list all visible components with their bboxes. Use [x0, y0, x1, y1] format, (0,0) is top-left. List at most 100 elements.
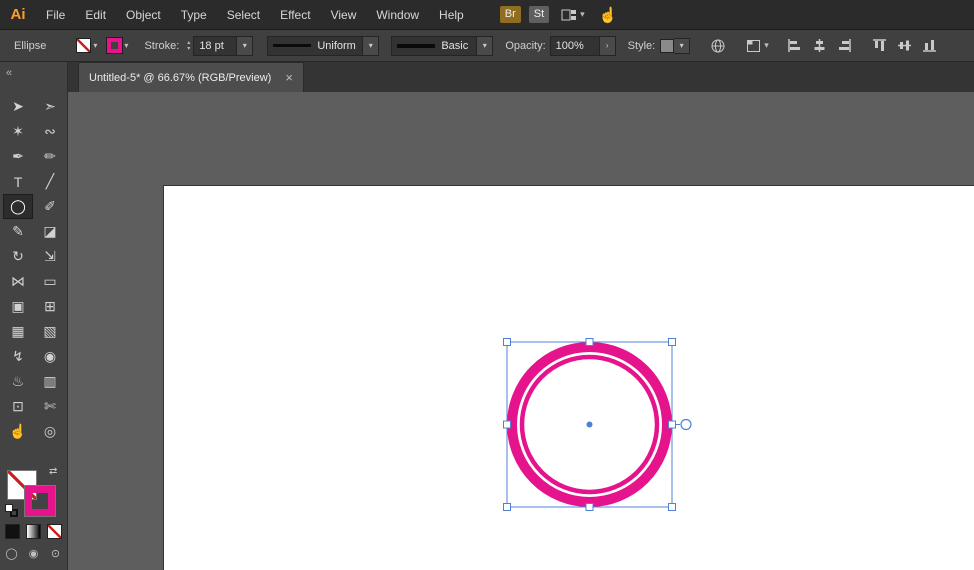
variable-width-profile[interactable]: Uniform	[267, 35, 364, 56]
chevron-down-icon: ▾	[93, 41, 98, 50]
symbol-sprayer-tool[interactable]: ♨	[3, 369, 33, 394]
eraser-tool[interactable]: ◪	[35, 219, 65, 244]
pen-tool[interactable]: ✒	[3, 144, 33, 169]
canvas-pasteboard[interactable]	[68, 92, 974, 570]
menu-effect[interactable]: Effect	[270, 0, 320, 30]
variable-width-value: Uniform	[317, 39, 356, 52]
gradient-button[interactable]	[26, 524, 41, 539]
document-setup-globe-icon[interactable]	[710, 38, 726, 54]
curvature-tool[interactable]: ✏	[35, 144, 65, 169]
touch-workspace-icon[interactable]: ☝	[599, 6, 618, 24]
brush-dropdown-icon[interactable]: ▾	[477, 35, 494, 56]
menu-bar: Ai File Edit Object Type Select Effect V…	[0, 0, 974, 30]
color-button[interactable]	[5, 524, 20, 539]
slice-tool[interactable]: ✄	[35, 394, 65, 419]
variable-width-dropdown-icon[interactable]: ▾	[363, 35, 380, 56]
paintbrush-tool[interactable]: ✐	[35, 194, 65, 219]
gradient-tool[interactable]: ▧	[35, 319, 65, 344]
draw-normal-icon[interactable]: ◯	[4, 546, 19, 561]
free-transform-tool[interactable]: ▭	[35, 269, 65, 294]
stroke-weight-value[interactable]: 18 pt	[193, 35, 238, 56]
none-button[interactable]	[47, 524, 62, 539]
stroke-pink-swatch[interactable]	[106, 37, 124, 54]
active-tool-label: Ellipse	[14, 39, 47, 52]
workspace-switcher-icon[interactable]: ▾	[561, 8, 585, 22]
handle-top-right[interactable]	[668, 338, 676, 346]
stock-button[interactable]: St	[528, 6, 550, 23]
swap-fill-stroke-icon[interactable]: ⇄	[49, 466, 57, 477]
align-left-icon[interactable]	[787, 38, 802, 53]
brush-definition[interactable]: Basic	[391, 35, 478, 56]
handle-middle-left[interactable]	[503, 420, 511, 429]
menu-type[interactable]: Type	[171, 0, 217, 30]
handle-middle-right[interactable]	[668, 420, 676, 429]
color-type-buttons	[5, 524, 62, 539]
align-top-icon[interactable]	[872, 38, 887, 53]
tools-panel: « ➤ ➣ ✶ ∾ ✒ ✏ T ╱ ◯ ✐ ✎ ◪ ↻ ⇲ ⋈ ▭ ▣ ⊞ ▦ …	[0, 62, 68, 570]
stroke-swatch-pink[interactable]	[24, 485, 56, 517]
chevron-down-icon: ▾	[124, 41, 129, 50]
type-tool[interactable]: T	[3, 169, 33, 194]
bridge-button[interactable]: Br	[499, 6, 521, 23]
handle-bottom-right[interactable]	[668, 503, 676, 511]
handle-top-left[interactable]	[503, 338, 511, 346]
opacity-panel-icon[interactable]: ›	[599, 35, 616, 56]
panel-collapse-icon[interactable]: «	[6, 67, 12, 79]
style-control[interactable]: ▾	[660, 37, 691, 54]
stroke-color-control[interactable]: ▾	[106, 37, 129, 54]
magic-wand-tool[interactable]: ✶	[3, 119, 33, 144]
zoom-tool[interactable]: ◎	[35, 419, 65, 444]
fill-none-swatch[interactable]	[76, 38, 92, 53]
ellipse-tool[interactable]: ◯	[3, 194, 33, 219]
stroke-weight-stepper[interactable]: ▴ ▾	[187, 40, 190, 52]
rotate-tool[interactable]: ↻	[3, 244, 33, 269]
control-bar: Ellipse ▾ ▾ Stroke: ▴ ▾ 18 pt ▾ Uniform …	[0, 30, 974, 62]
illustrator-window: { "menubar": { "logo": "Ai", "items": ["…	[0, 0, 974, 570]
lasso-tool[interactable]: ∾	[35, 119, 65, 144]
column-graph-tool[interactable]: ▥	[35, 369, 65, 394]
stepper-down-icon[interactable]: ▾	[187, 46, 190, 52]
align-middle-vertical-icon[interactable]	[897, 38, 912, 53]
menu-select[interactable]: Select	[217, 0, 270, 30]
perspective-grid-tool[interactable]: ⊞	[35, 294, 65, 319]
selection-tool[interactable]: ➤	[3, 94, 33, 119]
pencil-tool[interactable]: ✎	[3, 219, 33, 244]
align-center-horizontal-icon[interactable]	[812, 38, 827, 53]
document-tab[interactable]: Untitled-5* @ 66.67% (RGB/Preview) ×	[78, 62, 304, 92]
document-tab-title: Untitled-5* @ 66.67% (RGB/Preview)	[89, 71, 272, 84]
menu-file[interactable]: File	[36, 0, 75, 30]
eyedropper-tool[interactable]: ↯	[3, 344, 33, 369]
hand-tool[interactable]: ☝	[3, 419, 33, 444]
scale-tool[interactable]: ⇲	[35, 244, 65, 269]
mesh-tool[interactable]: ▦	[3, 319, 33, 344]
line-segment-tool[interactable]: ╱	[35, 169, 65, 194]
opacity-value[interactable]: 100%	[549, 35, 600, 56]
align-right-icon[interactable]	[837, 38, 852, 53]
shape-center-point[interactable]	[586, 421, 593, 428]
draw-behind-icon[interactable]: ◉	[26, 546, 41, 561]
blend-tool[interactable]: ◉	[35, 344, 65, 369]
tab-close-icon[interactable]: ×	[285, 70, 293, 85]
transform-panel-icon[interactable]: ▾	[746, 39, 769, 53]
menu-window[interactable]: Window	[366, 0, 429, 30]
shape-builder-tool[interactable]: ▣	[3, 294, 33, 319]
style-swatch[interactable]	[660, 38, 675, 53]
handle-top-center[interactable]	[585, 338, 594, 346]
style-label: Style:	[627, 39, 656, 52]
menu-view[interactable]: View	[321, 0, 367, 30]
live-shape-widget-handle[interactable]	[680, 418, 692, 431]
default-fill-stroke-icon[interactable]	[5, 504, 21, 518]
artboard-tool[interactable]: ⊡	[3, 394, 33, 419]
handle-bottom-left[interactable]	[503, 503, 511, 511]
stroke-weight-dropdown-icon[interactable]: ▾	[237, 35, 254, 56]
handle-bottom-center[interactable]	[585, 503, 594, 511]
fill-color-control[interactable]: ▾	[76, 38, 97, 53]
draw-inside-icon[interactable]: ⊙	[48, 546, 63, 561]
direct-selection-tool[interactable]: ➣	[35, 94, 65, 119]
menu-help[interactable]: Help	[429, 0, 474, 30]
align-bottom-icon[interactable]	[922, 38, 937, 53]
style-dropdown-icon[interactable]: ▾	[674, 37, 691, 54]
menu-object[interactable]: Object	[116, 0, 171, 30]
width-tool[interactable]: ⋈	[3, 269, 33, 294]
menu-edit[interactable]: Edit	[75, 0, 116, 30]
